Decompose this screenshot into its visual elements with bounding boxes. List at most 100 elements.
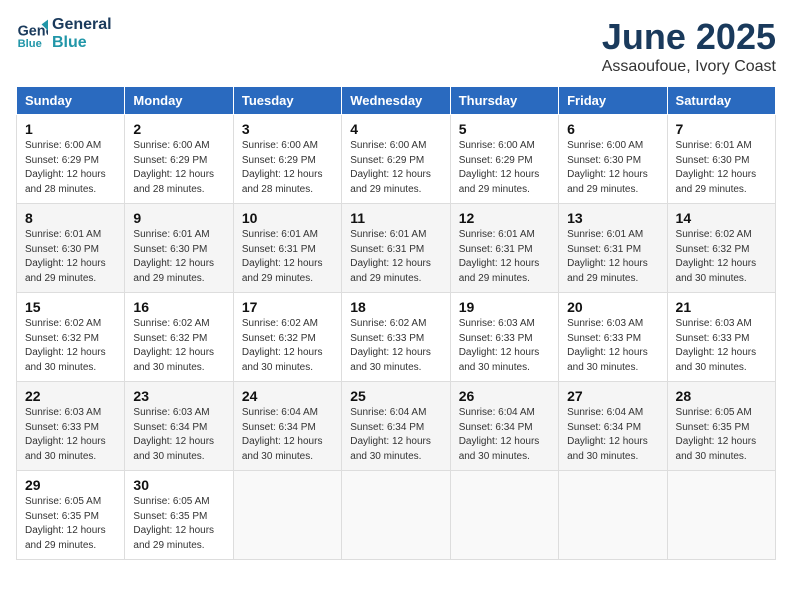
day-info: Sunrise: 6:01 AMSunset: 6:30 PMDaylight:…	[133, 228, 224, 286]
day-info: Sunrise: 6:03 AMSunset: 6:33 PMDaylight:…	[459, 317, 550, 375]
days-of-week-row: SundayMondayTuesdayWednesdayThursdayFrid…	[17, 87, 776, 115]
day-number: 2	[133, 121, 224, 137]
day-cell-8: 8 Sunrise: 6:01 AMSunset: 6:30 PMDaylight…	[17, 204, 125, 293]
day-cell-18: 18Sunrise: 6:02 AMSunset: 6:33 PMDayligh…	[342, 293, 450, 382]
day-number: 13	[567, 210, 658, 226]
day-info: Sunrise: 6:05 AMSunset: 6:35 PMDaylight:…	[133, 495, 224, 553]
day-cell-2: 2 Sunrise: 6:00 AMSunset: 6:29 PMDaylight…	[125, 115, 233, 204]
day-cell-9: 9Sunrise: 6:01 AMSunset: 6:30 PMDaylight…	[125, 204, 233, 293]
day-header-thursday: Thursday	[450, 87, 558, 115]
week-row-3: 15 Sunrise: 6:02 AMSunset: 6:32 PMDayligh…	[17, 293, 776, 382]
calendar-header: SundayMondayTuesdayWednesdayThursdayFrid…	[17, 87, 776, 115]
day-cell-3: 3 Sunrise: 6:00 AMSunset: 6:29 PMDaylight…	[233, 115, 341, 204]
day-number: 4	[350, 121, 441, 137]
day-cell-28: 28 Sunrise: 6:05 AMSunset: 6:35 PMDayligh…	[667, 382, 775, 471]
day-number: 25	[350, 388, 441, 404]
day-info: Sunrise: 6:00 AMSunset: 6:29 PMDaylight:…	[25, 139, 116, 197]
day-cell-1: 1 Sunrise: 6:00 AMSunset: 6:29 PMDaylight…	[17, 115, 125, 204]
logo-blue: Blue	[52, 34, 112, 52]
day-cell-27: 27 Sunrise: 6:04 AMSunset: 6:34 PMDayligh…	[559, 382, 667, 471]
empty-cell	[559, 471, 667, 560]
day-number: 15	[25, 299, 116, 315]
day-cell-4: 4 Sunrise: 6:00 AMSunset: 6:29 PMDaylight…	[342, 115, 450, 204]
logo: General Blue General Blue	[16, 16, 112, 51]
day-info: Sunrise: 6:04 AMSunset: 6:34 PMDaylight:…	[350, 406, 441, 464]
day-header-wednesday: Wednesday	[342, 87, 450, 115]
day-number: 11	[350, 210, 441, 226]
day-cell-23: 23 Sunrise: 6:03 AMSunset: 6:34 PMDayligh…	[125, 382, 233, 471]
day-info: Sunrise: 6:00 AMSunset: 6:29 PMDaylight:…	[133, 139, 224, 197]
logo-general: General	[52, 16, 112, 34]
day-number: 8	[25, 210, 116, 226]
day-number: 26	[459, 388, 550, 404]
day-number: 19	[459, 299, 550, 315]
day-number: 22	[25, 388, 116, 404]
day-number: 23	[133, 388, 224, 404]
day-info: Sunrise: 6:01 AMSunset: 6:30 PMDaylight:…	[25, 228, 116, 286]
day-info: Sunrise: 6:02 AMSunset: 6:32 PMDaylight:…	[133, 317, 224, 375]
day-number: 3	[242, 121, 333, 137]
empty-cell	[667, 471, 775, 560]
day-info: Sunrise: 6:01 AMSunset: 6:31 PMDaylight:…	[242, 228, 333, 286]
day-number: 29	[25, 477, 116, 493]
week-row-4: 22 Sunrise: 6:03 AMSunset: 6:33 PMDayligh…	[17, 382, 776, 471]
empty-cell	[342, 471, 450, 560]
day-info: Sunrise: 6:02 AMSunset: 6:32 PMDaylight:…	[676, 228, 767, 286]
empty-cell	[450, 471, 558, 560]
day-header-friday: Friday	[559, 87, 667, 115]
day-info: Sunrise: 6:03 AMSunset: 6:34 PMDaylight:…	[133, 406, 224, 464]
day-info: Sunrise: 6:00 AMSunset: 6:29 PMDaylight:…	[350, 139, 441, 197]
day-cell-14: 14 Sunrise: 6:02 AMSunset: 6:32 PMDayligh…	[667, 204, 775, 293]
week-row-1: 1 Sunrise: 6:00 AMSunset: 6:29 PMDaylight…	[17, 115, 776, 204]
day-cell-13: 13Sunrise: 6:01 AMSunset: 6:31 PMDayligh…	[559, 204, 667, 293]
week-row-5: 29 Sunrise: 6:05 AMSunset: 6:35 PMDayligh…	[17, 471, 776, 560]
logo-icon: General Blue	[16, 18, 48, 50]
day-cell-12: 12 Sunrise: 6:01 AMSunset: 6:31 PMDayligh…	[450, 204, 558, 293]
day-cell-7: 7 Sunrise: 6:01 AMSunset: 6:30 PMDaylight…	[667, 115, 775, 204]
day-info: Sunrise: 6:04 AMSunset: 6:34 PMDaylight:…	[567, 406, 658, 464]
day-header-saturday: Saturday	[667, 87, 775, 115]
calendar-table: SundayMondayTuesdayWednesdayThursdayFrid…	[16, 86, 776, 560]
day-cell-6: 6Sunrise: 6:00 AMSunset: 6:30 PMDaylight…	[559, 115, 667, 204]
calendar-subtitle: Assaoufoue, Ivory Coast	[602, 58, 776, 76]
day-number: 14	[676, 210, 767, 226]
day-info: Sunrise: 6:01 AMSunset: 6:31 PMDaylight:…	[459, 228, 550, 286]
week-row-2: 8 Sunrise: 6:01 AMSunset: 6:30 PMDaylight…	[17, 204, 776, 293]
day-number: 16	[133, 299, 224, 315]
day-cell-26: 26 Sunrise: 6:04 AMSunset: 6:34 PMDayligh…	[450, 382, 558, 471]
day-number: 5	[459, 121, 550, 137]
day-cell-15: 15 Sunrise: 6:02 AMSunset: 6:32 PMDayligh…	[17, 293, 125, 382]
day-cell-16: 16 Sunrise: 6:02 AMSunset: 6:32 PMDayligh…	[125, 293, 233, 382]
day-info: Sunrise: 6:00 AMSunset: 6:29 PMDaylight:…	[242, 139, 333, 197]
day-info: Sunrise: 6:03 AMSunset: 6:33 PMDaylight:…	[567, 317, 658, 375]
day-header-sunday: Sunday	[17, 87, 125, 115]
day-number: 30	[133, 477, 224, 493]
day-cell-30: 30 Sunrise: 6:05 AMSunset: 6:35 PMDayligh…	[125, 471, 233, 560]
day-cell-11: 11 Sunrise: 6:01 AMSunset: 6:31 PMDayligh…	[342, 204, 450, 293]
day-info: Sunrise: 6:04 AMSunset: 6:34 PMDaylight:…	[459, 406, 550, 464]
day-number: 6	[567, 121, 658, 137]
day-info: Sunrise: 6:02 AMSunset: 6:33 PMDaylight:…	[350, 317, 441, 375]
day-number: 17	[242, 299, 333, 315]
day-number: 1	[25, 121, 116, 137]
day-cell-29: 29Sunrise: 6:05 AMSunset: 6:35 PMDayligh…	[17, 471, 125, 560]
day-number: 27	[567, 388, 658, 404]
day-cell-21: 21Sunrise: 6:03 AMSunset: 6:33 PMDayligh…	[667, 293, 775, 382]
day-cell-24: 24Sunrise: 6:04 AMSunset: 6:34 PMDayligh…	[233, 382, 341, 471]
calendar-body: 1 Sunrise: 6:00 AMSunset: 6:29 PMDaylight…	[17, 115, 776, 560]
day-info: Sunrise: 6:02 AMSunset: 6:32 PMDaylight:…	[25, 317, 116, 375]
day-cell-25: 25 Sunrise: 6:04 AMSunset: 6:34 PMDayligh…	[342, 382, 450, 471]
day-number: 10	[242, 210, 333, 226]
day-number: 28	[676, 388, 767, 404]
day-cell-5: 5 Sunrise: 6:00 AMSunset: 6:29 PMDaylight…	[450, 115, 558, 204]
day-info: Sunrise: 6:01 AMSunset: 6:30 PMDaylight:…	[676, 139, 767, 197]
title-area: June 2025 Assaoufoue, Ivory Coast	[602, 16, 776, 76]
day-number: 7	[676, 121, 767, 137]
day-header-tuesday: Tuesday	[233, 87, 341, 115]
day-info: Sunrise: 6:00 AMSunset: 6:29 PMDaylight:…	[459, 139, 550, 197]
day-info: Sunrise: 6:01 AMSunset: 6:31 PMDaylight:…	[350, 228, 441, 286]
day-info: Sunrise: 6:02 AMSunset: 6:32 PMDaylight:…	[242, 317, 333, 375]
day-info: Sunrise: 6:03 AMSunset: 6:33 PMDaylight:…	[25, 406, 116, 464]
day-number: 12	[459, 210, 550, 226]
day-info: Sunrise: 6:05 AMSunset: 6:35 PMDaylight:…	[676, 406, 767, 464]
